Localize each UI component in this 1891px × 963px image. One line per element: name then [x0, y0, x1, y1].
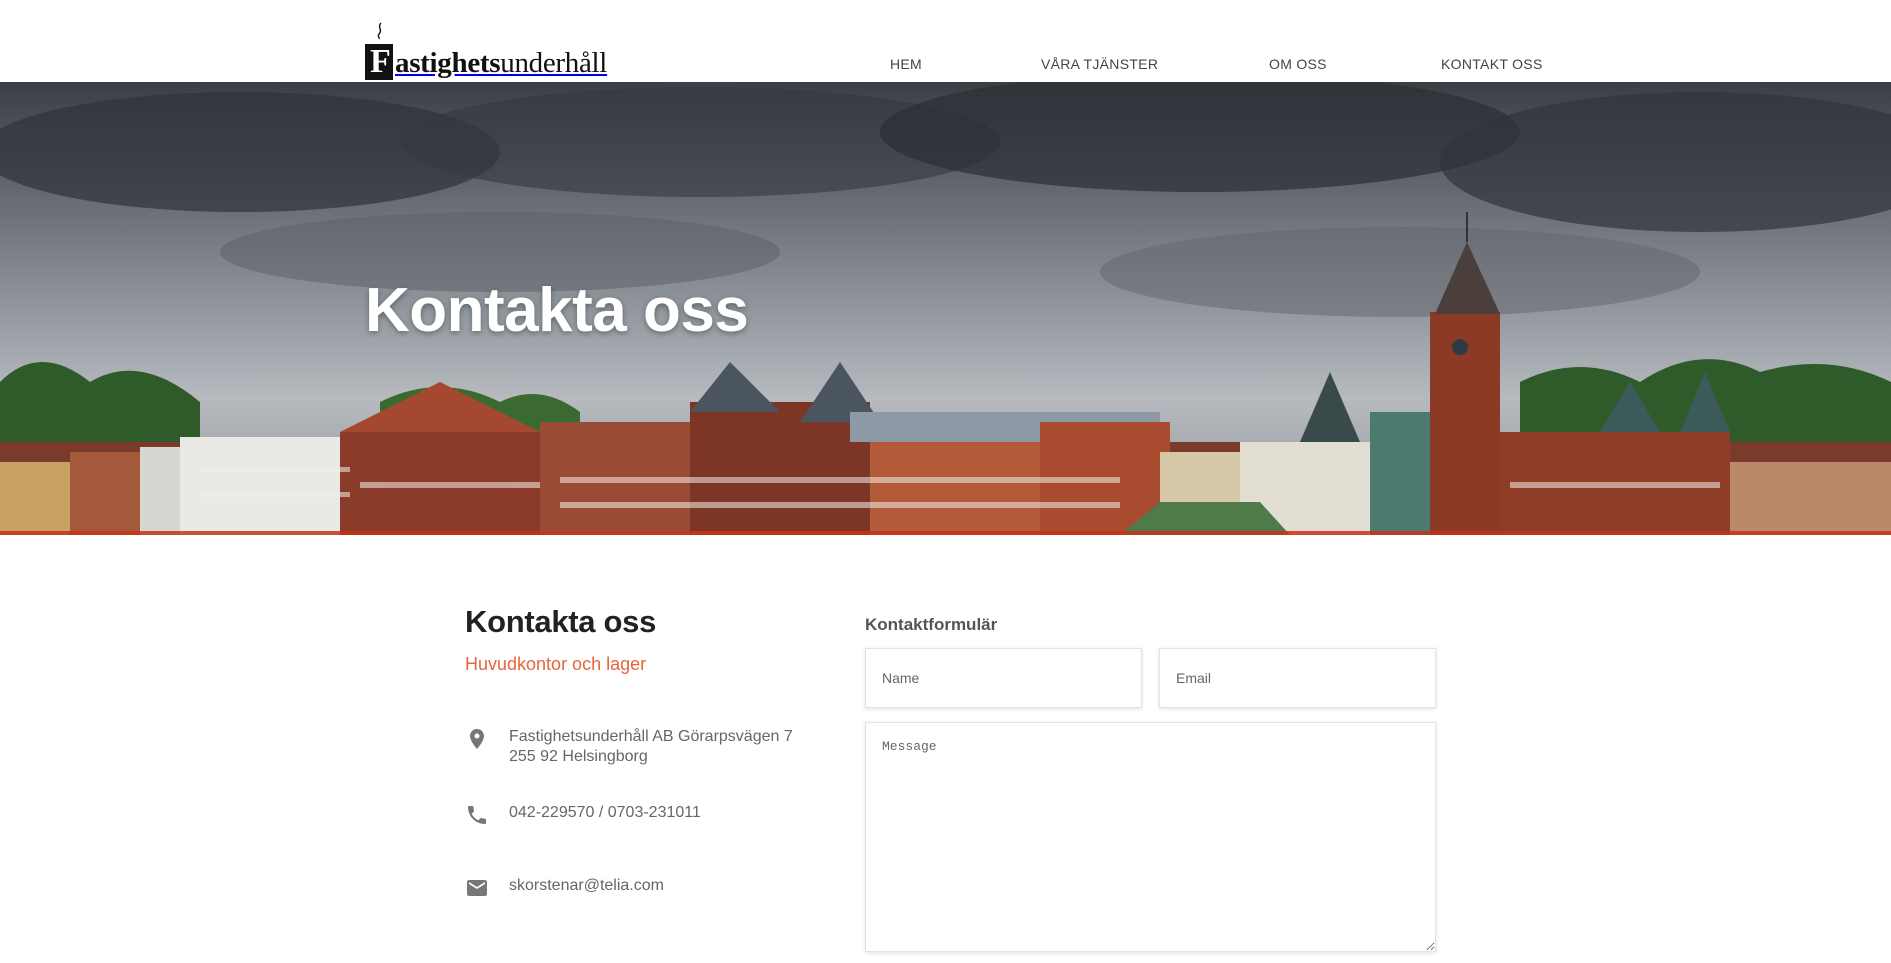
logo-text-bold: astighets [395, 47, 501, 79]
logo-text-regular: underhåll [500, 47, 608, 79]
hero-title: Kontakta oss [365, 276, 749, 345]
address-row: Fastighetsunderhåll AB Görarpsvägen 7 25… [465, 727, 793, 767]
address-line-2: 255 92 Helsingborg [509, 748, 648, 765]
phone-icon [468, 806, 486, 824]
email-input[interactable] [1159, 648, 1436, 708]
address-line-1: Fastighetsunderhåll AB Görarpsvägen 7 [509, 728, 793, 745]
logo-letter: F [370, 43, 391, 80]
logo-text: astighetsunderhåll [395, 46, 607, 80]
phone-text[interactable]: 042-229570 / 0703-231011 [509, 803, 701, 823]
site-header: F astighetsunderhåll HEM VÅRA TJÄNSTER O… [0, 0, 1891, 82]
mail-icon [467, 880, 487, 896]
hero-accent-line [0, 531, 1891, 535]
location-pin-icon [470, 729, 484, 749]
nav-item-tjanster[interactable]: VÅRA TJÄNSTER [1041, 56, 1158, 72]
nav-item-om-oss[interactable]: OM OSS [1269, 56, 1327, 72]
steam-icon [377, 22, 382, 40]
contact-subtitle: Huvudkontor och lager [465, 654, 647, 674]
city-skyline-image [0, 82, 1891, 535]
email-text[interactable]: skorstenar@telia.com [509, 876, 664, 896]
hero-banner: Kontakta oss [0, 82, 1891, 535]
email-row: skorstenar@telia.com [465, 876, 664, 900]
form-title: Kontaktformulär [865, 615, 998, 634]
address-text: Fastighetsunderhåll AB Görarpsvägen 7 25… [509, 727, 793, 767]
logo-chimney-icon: F [365, 22, 393, 80]
name-input[interactable] [865, 648, 1142, 708]
phone-row: 042-229570 / 0703-231011 [465, 803, 701, 827]
nav-item-hem[interactable]: HEM [890, 56, 922, 72]
contact-title: Kontakta oss [465, 604, 657, 639]
nav-item-kontakt[interactable]: KONTAKT OSS [1441, 56, 1543, 72]
site-logo[interactable]: F astighetsunderhåll [365, 22, 607, 80]
message-textarea[interactable] [865, 722, 1436, 952]
